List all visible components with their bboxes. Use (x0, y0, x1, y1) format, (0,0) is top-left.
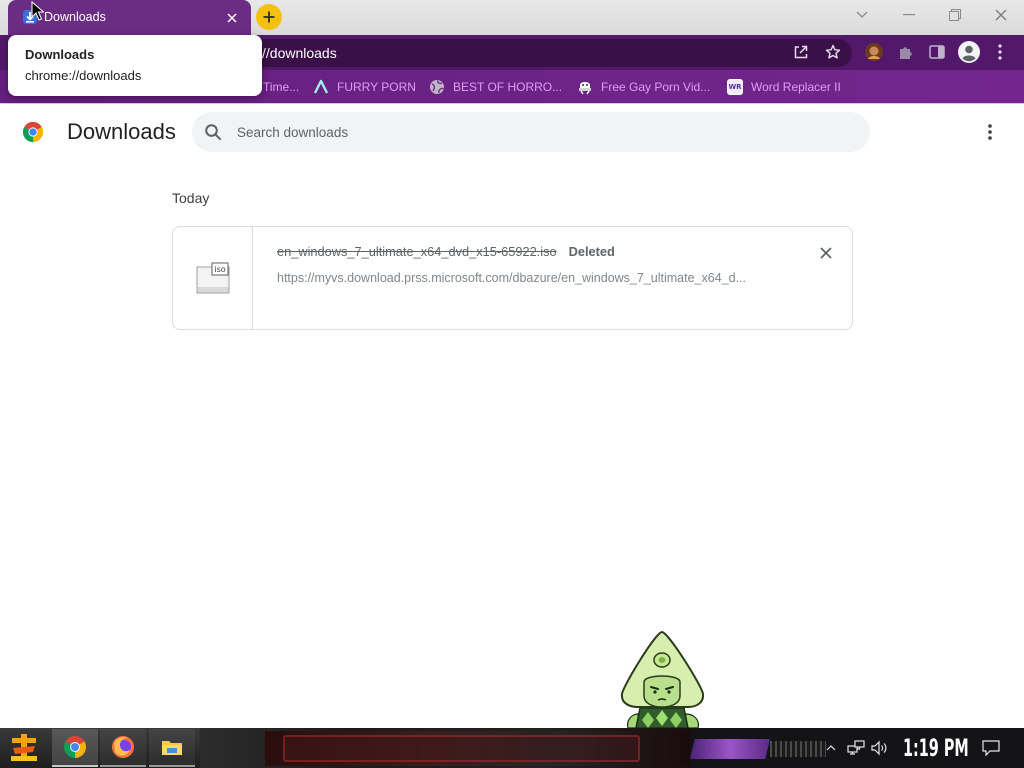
remove-from-list-button[interactable] (818, 245, 834, 261)
notification-center-button[interactable] (978, 729, 1004, 767)
date-section-label: Today (172, 190, 210, 206)
file-name-row: en_windows_7_ultimate_x64_dvd_x15-65922.… (277, 244, 615, 259)
side-panel-button[interactable] (927, 42, 947, 62)
screen: Downloads //downloads Time... FURRY PORN… (0, 0, 1024, 768)
restore-icon (949, 9, 961, 21)
page-menu-button[interactable] (983, 121, 997, 143)
bookmark-star-button[interactable] (823, 42, 843, 62)
bookmark-label: BEST OF HORRO... (453, 80, 563, 94)
browser-menu-button[interactable] (992, 42, 1008, 62)
star-icon (825, 44, 841, 59)
bookmark-label: FURRY PORN (337, 80, 416, 94)
minimize-button[interactable] (887, 0, 931, 30)
tooltip-title: Downloads (25, 47, 95, 62)
lambda-icon (313, 79, 329, 95)
iso-file-icon: iso (196, 262, 229, 294)
profile-button[interactable] (958, 41, 980, 63)
globe-icon (429, 79, 445, 95)
tab-search-button[interactable] (846, 0, 878, 30)
tooltip-url: chrome://downloads (25, 68, 142, 83)
tab-hover-tooltip: Downloads chrome://downloads (8, 35, 262, 96)
start-logo-icon (11, 734, 37, 761)
taskbar-stripes (770, 741, 826, 757)
chrome-logo-icon (22, 121, 44, 143)
file-icon-area: iso (173, 227, 253, 329)
minimize-icon (903, 14, 915, 16)
chrome-icon (64, 736, 86, 758)
bookmark-best-of-horror[interactable]: BEST OF HORRO... (429, 77, 562, 97)
close-window-button[interactable] (979, 0, 1023, 30)
chevron-down-icon (856, 11, 868, 18)
bookmark-word-replacer[interactable]: WR Word Replacer II (727, 77, 841, 97)
bookmark-furry-porn[interactable]: FURRY PORN (313, 77, 416, 97)
mouse-cursor-icon (31, 1, 44, 21)
kebab-menu-icon (998, 44, 1002, 60)
wr-icon: WR (727, 79, 743, 95)
tab-title: Downloads (44, 10, 106, 24)
taskbar-file-explorer-button[interactable] (149, 729, 195, 767)
share-icon (794, 45, 808, 59)
taskbar-chrome-button[interactable] (52, 729, 98, 767)
file-name: en_windows_7_ultimate_x64_dvd_x15-65922.… (277, 244, 557, 259)
side-panel-icon (929, 45, 945, 59)
avatar-photo-icon (865, 43, 883, 61)
figure-icon (577, 79, 593, 95)
extensions-button[interactable] (896, 42, 916, 62)
taskbar-purple-band (690, 739, 770, 759)
bookmark-free-gay-porn-videos[interactable]: Free Gay Porn Vid... (577, 77, 710, 97)
close-icon (820, 247, 832, 259)
close-icon (227, 13, 237, 23)
taskbar-wallpaper-panel (283, 735, 640, 762)
bookmark-label: Time... (263, 80, 300, 94)
page-title: Downloads (67, 119, 176, 144)
file-type-label: iso (214, 265, 225, 274)
tab-downloads[interactable]: Downloads (8, 0, 251, 35)
restore-button[interactable] (933, 0, 977, 30)
start-button[interactable] (0, 729, 48, 767)
search-input[interactable] (237, 112, 837, 152)
extension-avatar-button[interactable] (864, 42, 884, 62)
firefox-icon (112, 736, 134, 758)
close-icon (995, 9, 1007, 21)
plus-icon (263, 11, 275, 23)
tab-close-button[interactable] (225, 11, 239, 25)
peridot-mascot-icon[interactable] (618, 630, 708, 728)
show-hidden-icons-button[interactable] (821, 729, 841, 767)
profile-icon (958, 41, 980, 63)
share-button[interactable] (791, 42, 811, 62)
folder-icon (162, 741, 182, 755)
source-url-link[interactable]: https://myvs.download.prss.microsoft.com… (277, 271, 746, 285)
volume-icon (871, 740, 887, 756)
new-tab-button[interactable] (256, 4, 282, 30)
bookmark-label: Word Replacer II (751, 80, 841, 94)
bookmark-time[interactable]: Time... (263, 77, 299, 97)
network-icon (847, 740, 865, 755)
network-button[interactable] (845, 729, 867, 767)
volume-button[interactable] (869, 729, 891, 767)
search-icon[interactable] (204, 123, 222, 141)
kebab-menu-icon (988, 124, 992, 140)
chevron-up-icon (826, 745, 836, 751)
notification-icon (982, 740, 1000, 756)
address-bar-text[interactable]: //downloads (262, 45, 337, 61)
taskbar-firefox-button[interactable] (100, 729, 146, 767)
taskbar-clock[interactable]: 1:19 PM (903, 734, 969, 762)
status-label: Deleted (568, 244, 615, 259)
download-item: iso en_windows_7_ultimate_x64_dvd_x15-65… (172, 226, 853, 330)
bookmark-label: Free Gay Porn Vid... (601, 80, 711, 94)
puzzle-icon (900, 47, 912, 59)
